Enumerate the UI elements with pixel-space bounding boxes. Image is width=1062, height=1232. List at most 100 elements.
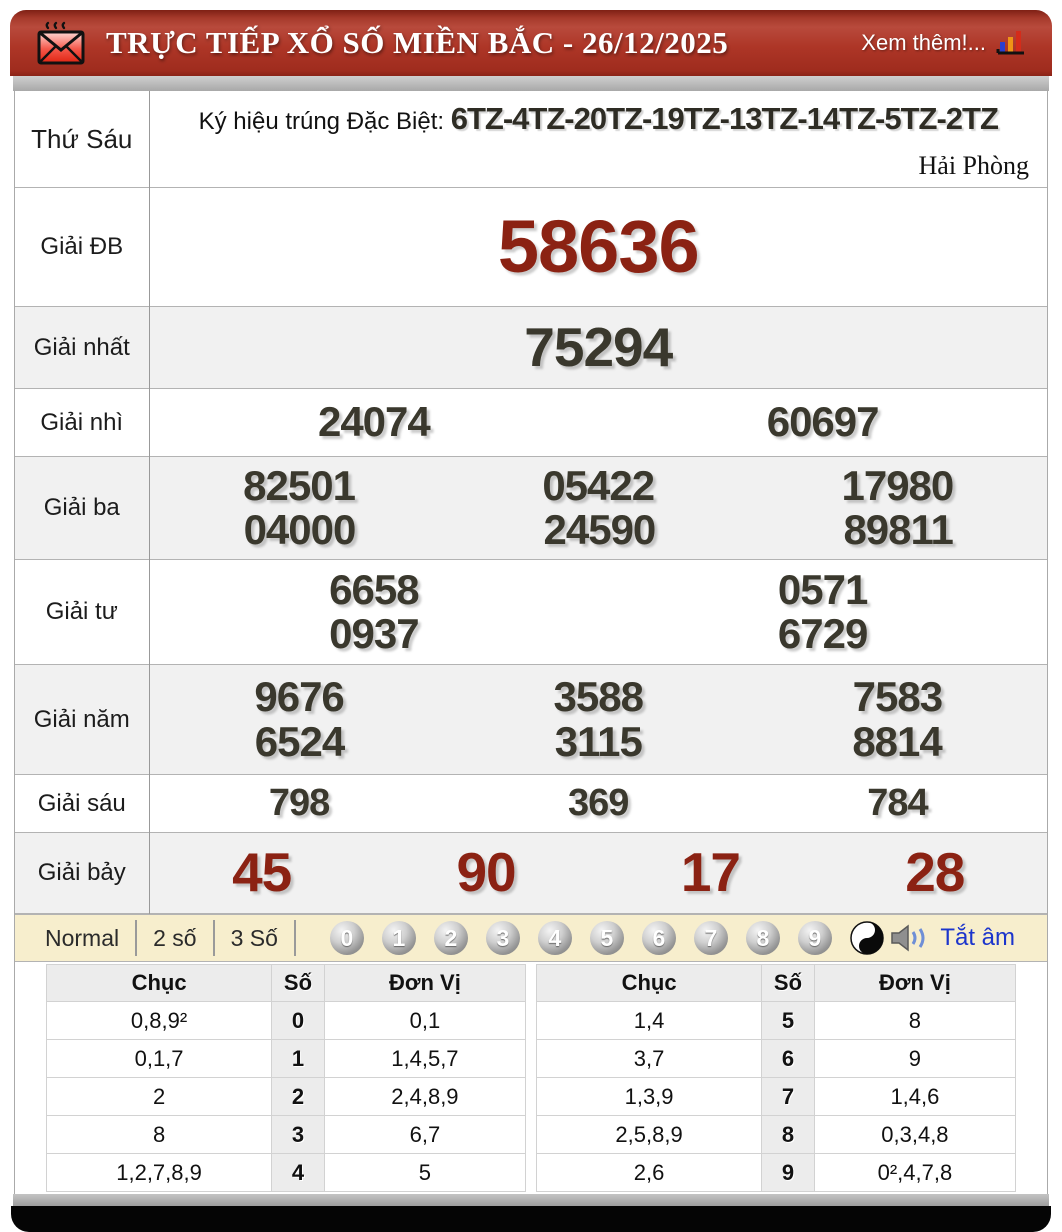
units-cell: 0,1: [324, 1002, 525, 1040]
prize-number: 04000: [244, 508, 356, 552]
digit-cell: 6: [762, 1040, 815, 1078]
digit-cell: 7: [762, 1078, 815, 1116]
units-cell: 0,3,4,8: [814, 1116, 1015, 1154]
digit-ball-4[interactable]: 4: [538, 921, 572, 955]
prize-number: 75294: [524, 319, 672, 377]
tens-cell: 0,8,9²: [47, 1002, 272, 1040]
table-row: 0,8,9²00,1: [47, 1002, 526, 1040]
bottom-black-bar: [11, 1206, 1051, 1232]
digit-cell: 4: [272, 1154, 325, 1192]
table-row: 222,4,8,9: [47, 1078, 526, 1116]
prize-label: Giải ba: [15, 457, 149, 560]
units-cell: 1,4,5,7: [324, 1040, 525, 1078]
results-table: Thứ Sáu Ký hiệu trúng Đặc Biệt: 6TZ-4TZ-…: [15, 91, 1047, 914]
header-bar: TRỰC TIẾP XỔ SỐ MIỀN BẮC - 26/12/2025 Xe…: [10, 10, 1052, 76]
digit-ball-1[interactable]: 1: [382, 921, 416, 955]
tens-cell: 1,3,9: [537, 1078, 762, 1116]
prize-row-fourth: Giải tư6658057109376729: [15, 560, 1047, 665]
prize-number: 58636: [498, 208, 699, 286]
prize-number: 17: [681, 844, 740, 902]
prize-number: 369: [568, 784, 628, 824]
prize-number: 8814: [852, 720, 941, 764]
prize-label: Giải tư: [15, 560, 149, 665]
column-header: Đơn Vị: [814, 965, 1015, 1002]
units-cell: 0²,4,7,8: [814, 1154, 1015, 1192]
prize-row-sixth: Giải sáu798369784: [15, 775, 1047, 833]
tens-cell: 0,1,7: [47, 1040, 272, 1078]
prize-number: 89811: [843, 508, 952, 552]
weekday-label: Thứ Sáu: [15, 91, 149, 188]
province-label: Hải Phòng: [150, 137, 1048, 187]
prize-number: 6524: [255, 720, 344, 764]
hot-envelope-icon: [36, 20, 88, 66]
see-more-link[interactable]: Xem thêm!...: [861, 28, 1026, 58]
units-cell: 5: [324, 1154, 525, 1192]
table-row: 3,769: [537, 1040, 1016, 1078]
units-cell: 8: [814, 1002, 1015, 1040]
tens-cell: 8: [47, 1116, 272, 1154]
column-header: Số: [762, 965, 815, 1002]
prize-number: 6729: [778, 612, 867, 656]
digit-ball-3[interactable]: 3: [486, 921, 520, 955]
column-header: Số: [272, 965, 325, 1002]
digit-cell: 9: [762, 1154, 815, 1192]
symbol-codes: 6TZ-4TZ-20TZ-19TZ-13TZ-14TZ-5TZ-2TZ: [451, 101, 998, 136]
prize-number: 3588: [554, 675, 643, 719]
digit-cell: 8: [762, 1116, 815, 1154]
prize-row-fifth: Giải năm 9676 3588 7583 6524 3115 8814: [15, 665, 1047, 775]
prize-number: 0937: [329, 612, 418, 656]
prize-number: 90: [456, 844, 515, 902]
head-tail-table-1: ChụcSốĐơn Vị0,8,9²00,10,1,711,4,5,7222,4…: [46, 964, 526, 1192]
digit-ball-6[interactable]: 6: [642, 921, 676, 955]
mode-button-3-số[interactable]: 3 Số: [215, 925, 294, 952]
column-header: Đơn Vị: [324, 965, 525, 1002]
prize-number: 17980: [841, 464, 953, 508]
prize-label: Giải năm: [15, 665, 149, 775]
table-row: 1,2,7,8,945: [47, 1154, 526, 1192]
digit-ball-0[interactable]: 0: [330, 921, 364, 955]
digit-ball-7[interactable]: 7: [694, 921, 728, 955]
mode-button-2-số[interactable]: 2 số: [137, 925, 212, 952]
digit-cell: 1: [272, 1040, 325, 1078]
mute-toggle[interactable]: Tắt âm: [890, 923, 1033, 953]
units-cell: 2,4,8,9: [324, 1078, 525, 1116]
prize-number: 798: [269, 784, 329, 824]
digit-ball-9[interactable]: 9: [798, 921, 832, 955]
tens-cell: 2,5,8,9: [537, 1116, 762, 1154]
table-row: 0,1,711,4,5,7: [47, 1040, 526, 1078]
tens-cell: 1,2,7,8,9: [47, 1154, 272, 1192]
table-row: 1,458: [537, 1002, 1016, 1040]
page-title: TRỰC TIẾP XỔ SỐ MIỀN BẮC - 26/12/2025: [106, 25, 728, 61]
prize-number: 3115: [555, 720, 642, 764]
yin-yang-icon[interactable]: [850, 921, 884, 955]
prize-row-third: Giải ba825010542217980040002459089811: [15, 457, 1047, 560]
prize-number: 9676: [254, 675, 343, 719]
tens-cell: 2: [47, 1078, 272, 1116]
digit-cell: 3: [272, 1116, 325, 1154]
bottom-gray-strip: [13, 1194, 1049, 1206]
prize-number: 05422: [542, 464, 654, 508]
mute-label: Tắt âm: [940, 924, 1015, 952]
mode-button-normal[interactable]: Normal: [29, 925, 135, 952]
prize-label: Giải nhất: [15, 307, 149, 389]
see-more-label: Xem thêm!...: [861, 30, 986, 56]
digit-ball-5[interactable]: 5: [590, 921, 624, 955]
bar-chart-icon: [996, 28, 1026, 58]
digit-cell: 5: [762, 1002, 815, 1040]
draw-info-row: Thứ Sáu Ký hiệu trúng Đặc Biệt: 6TZ-4TZ-…: [15, 91, 1047, 188]
summary-tables: ChụcSốĐơn Vị0,8,9²00,10,1,711,4,5,7222,4…: [15, 962, 1047, 1194]
column-header: Chục: [537, 965, 762, 1002]
prize-row-db: Giải ĐB 58636: [15, 188, 1047, 307]
table-row: 2,5,8,980,3,4,8: [537, 1116, 1016, 1154]
prize-number: 7583: [853, 675, 942, 719]
prize-number: 0571: [778, 568, 867, 612]
digit-ball-8[interactable]: 8: [746, 921, 780, 955]
digit-ball-2[interactable]: 2: [434, 921, 468, 955]
divider: [294, 920, 296, 956]
prize-number: 82501: [243, 464, 355, 508]
speaker-icon: [890, 923, 930, 953]
units-cell: 1,4,6: [814, 1078, 1015, 1116]
prize-label: Giải ĐB: [15, 188, 149, 307]
symbol-prefix: Ký hiệu trúng Đặc Biệt:: [199, 108, 444, 135]
tens-cell: 2,6: [537, 1154, 762, 1192]
